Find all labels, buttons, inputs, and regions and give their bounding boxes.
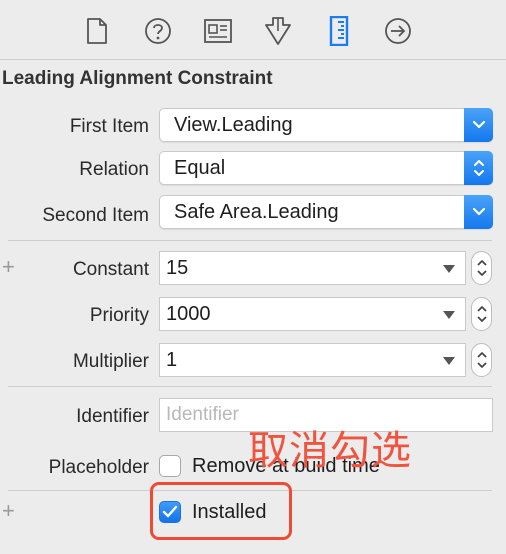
multiplier-field[interactable]: 1 — [159, 343, 466, 377]
second-item-popup[interactable]: Safe Area.Leading — [159, 195, 493, 229]
chevron-down-icon[interactable] — [464, 108, 493, 142]
priority-stepper[interactable] — [471, 297, 492, 331]
identifier-label: Identifier — [76, 406, 149, 427]
help-icon[interactable] — [141, 14, 175, 48]
relation-popup[interactable]: Equal — [159, 151, 493, 185]
dropdown-arrow-icon[interactable] — [443, 311, 455, 319]
placeholder-label: Placeholder — [48, 457, 149, 478]
priority-value: 1000 — [166, 303, 211, 325]
relation-value: Equal — [174, 157, 226, 179]
remove-at-build-time-checkbox[interactable] — [159, 455, 181, 477]
relation-label: Relation — [79, 159, 149, 180]
section-title: Leading Alignment Constraint — [2, 68, 273, 89]
connections-arrow-icon[interactable] — [381, 14, 415, 48]
annotation-highlight-box — [150, 482, 292, 540]
identity-icon[interactable] — [201, 14, 235, 48]
second-item-label: Second Item — [42, 205, 149, 226]
constant-stepper[interactable] — [471, 251, 492, 285]
first-item-value: View.Leading — [174, 114, 293, 136]
priority-field[interactable]: 1000 — [159, 297, 466, 331]
multiplier-value: 1 — [166, 349, 178, 371]
add-size-class-variation-icon[interactable]: + — [2, 256, 15, 278]
inspector-toolbar — [0, 0, 506, 60]
add-installed-variation-icon[interactable]: + — [2, 500, 15, 522]
multiplier-label: Multiplier — [72, 351, 149, 372]
constant-field[interactable]: 15 — [159, 251, 466, 285]
constant-label: Constant — [72, 259, 149, 280]
second-item-value: Safe Area.Leading — [174, 201, 339, 223]
priority-label: Priority — [89, 305, 149, 326]
dropdown-arrow-icon[interactable] — [443, 265, 455, 273]
divider — [8, 386, 492, 387]
divider — [8, 240, 492, 241]
attributes-icon[interactable] — [261, 14, 295, 48]
file-icon[interactable] — [80, 14, 114, 48]
annotation-text: 取消勾选 — [248, 428, 412, 474]
size-ruler-icon[interactable] — [322, 14, 356, 48]
multiplier-stepper[interactable] — [471, 343, 492, 377]
chevron-up-down-icon[interactable] — [464, 151, 493, 185]
first-item-label: First Item — [69, 116, 149, 137]
chevron-down-icon[interactable] — [464, 195, 493, 229]
constant-value: 15 — [166, 257, 189, 279]
first-item-popup[interactable]: View.Leading — [159, 108, 493, 142]
dropdown-arrow-icon[interactable] — [443, 357, 455, 365]
